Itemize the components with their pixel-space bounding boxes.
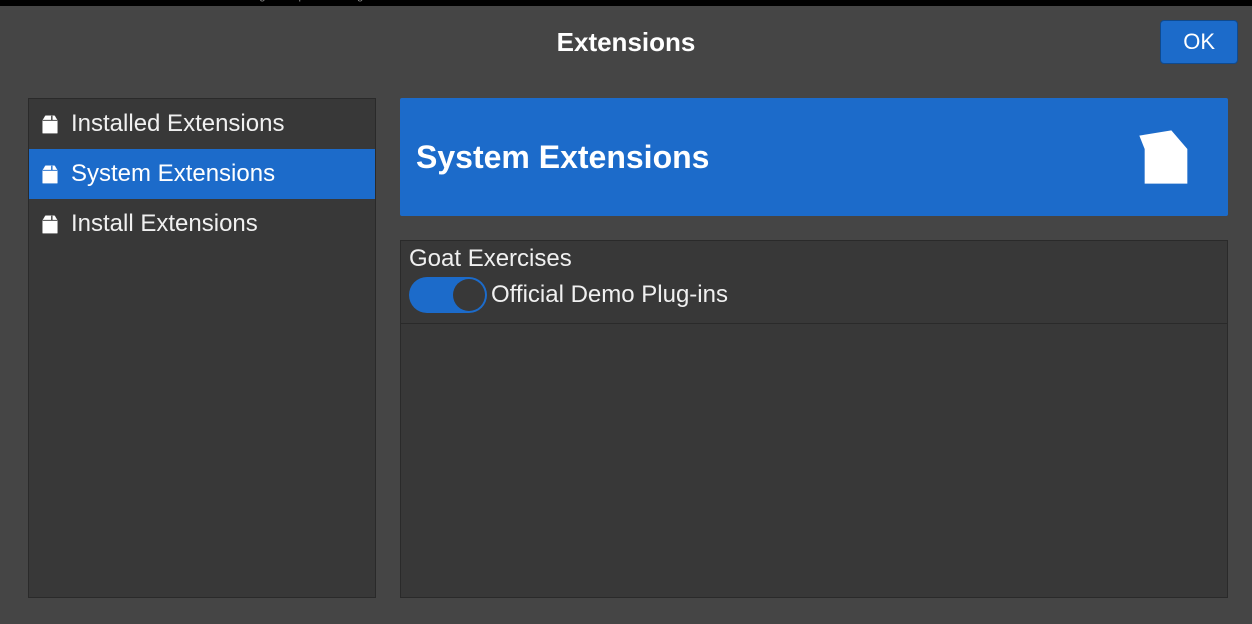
sidebar-item-label: System Extensions xyxy=(71,160,275,188)
package-icon xyxy=(39,213,61,235)
sidebar-item-label: Installed Extensions xyxy=(71,110,284,138)
content-area: System Extensions Goat Exercises Off xyxy=(400,98,1228,598)
extension-description: Official Demo Plug-ins xyxy=(491,281,728,309)
sidebar-item-label: Install Extensions xyxy=(71,210,258,238)
ok-button[interactable]: OK xyxy=(1160,20,1238,64)
extension-name: Goat Exercises xyxy=(401,241,1227,275)
dialog-title: Extensions xyxy=(557,27,696,58)
extension-enable-toggle[interactable] xyxy=(409,277,487,313)
toggle-knob xyxy=(453,279,485,311)
package-icon xyxy=(39,163,61,185)
background-app-title: GIMP - The GNU Image Manipulation Progra… xyxy=(154,0,382,2)
package-icon xyxy=(39,113,61,135)
content-header: System Extensions xyxy=(400,98,1228,216)
content-title: System Extensions xyxy=(416,139,709,176)
dialog-header: Extensions OK xyxy=(0,6,1252,78)
sidebar-item-install-extensions[interactable]: Install Extensions xyxy=(29,199,375,249)
extension-list: Goat Exercises Official Demo Plug-ins xyxy=(400,240,1228,598)
sidebar-item-system-extensions[interactable]: System Extensions xyxy=(29,149,375,199)
sidebar-item-installed-extensions[interactable]: Installed Extensions xyxy=(29,99,375,149)
sidebar: Installed Extensions System Extensions I… xyxy=(28,98,376,598)
extension-item: Goat Exercises Official Demo Plug-ins xyxy=(401,241,1227,324)
package-open-icon xyxy=(1134,125,1198,189)
dialog-body: Installed Extensions System Extensions I… xyxy=(0,78,1252,624)
extension-row: Official Demo Plug-ins xyxy=(401,275,1227,323)
extensions-dialog: Extensions OK Installed Extensions Syste… xyxy=(0,6,1252,624)
